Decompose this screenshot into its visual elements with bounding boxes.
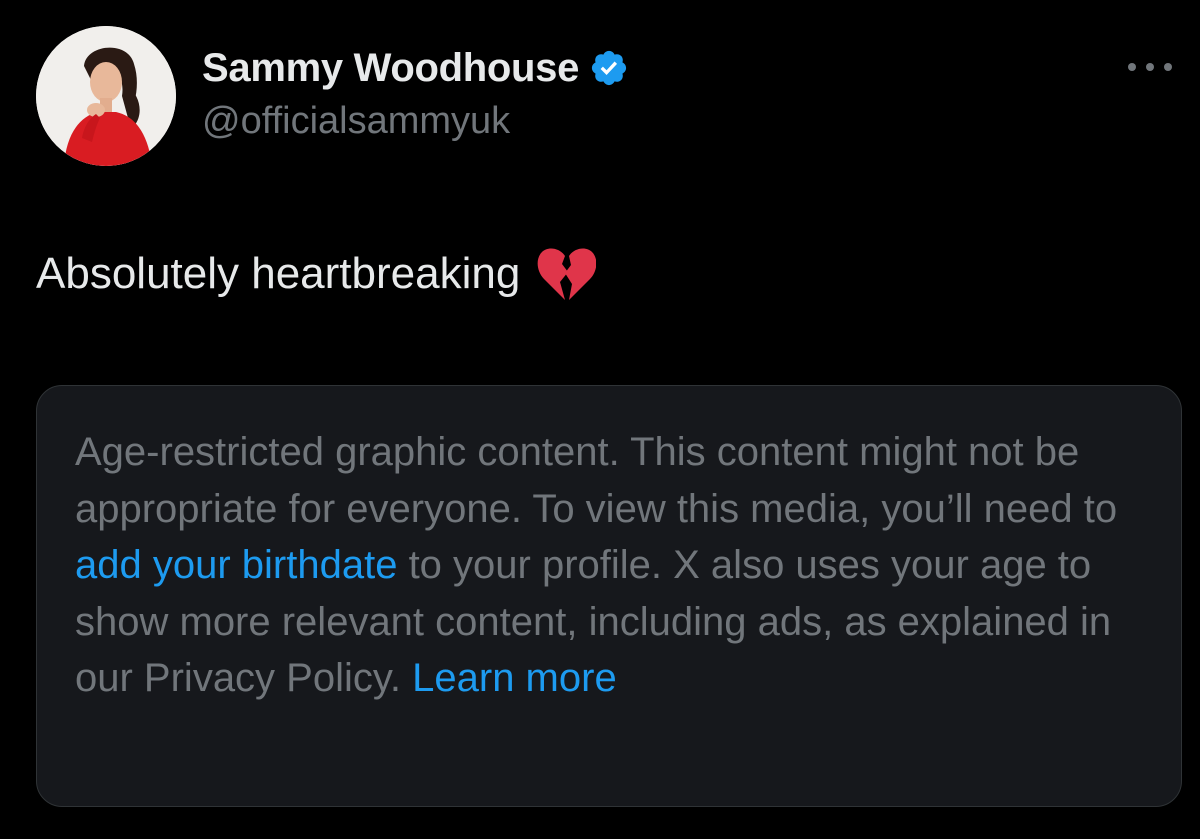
age-restriction-notice: Age-restricted graphic content. This con… xyxy=(75,424,1155,707)
avatar[interactable] xyxy=(36,26,176,166)
author-handle[interactable]: @officialsammyuk xyxy=(202,100,510,143)
ellipsis-icon[interactable] xyxy=(1128,56,1172,78)
tweet-text-row: Absolutely heartbreaking xyxy=(36,246,597,302)
author-display-name[interactable]: Sammy Woodhouse xyxy=(202,46,579,91)
notice-text-before-link: Age-restricted graphic content. This con… xyxy=(75,430,1118,531)
profile-photo-icon xyxy=(36,26,176,166)
tweet: Sammy Woodhouse @officialsammyuk Absolut… xyxy=(0,0,1200,839)
ellipsis-dot xyxy=(1146,63,1154,71)
verified-badge-icon xyxy=(589,48,629,88)
broken-heart-icon xyxy=(536,246,597,302)
age-restricted-media-card[interactable]: Age-restricted graphic content. This con… xyxy=(36,385,1182,807)
learn-more-link[interactable]: Learn more xyxy=(412,656,617,700)
tweet-text: Absolutely heartbreaking xyxy=(36,249,521,298)
author-name-row: Sammy Woodhouse xyxy=(202,42,629,94)
ellipsis-dot xyxy=(1164,63,1172,71)
add-birthdate-link[interactable]: add your birthdate xyxy=(75,543,397,587)
ellipsis-dot xyxy=(1128,63,1136,71)
